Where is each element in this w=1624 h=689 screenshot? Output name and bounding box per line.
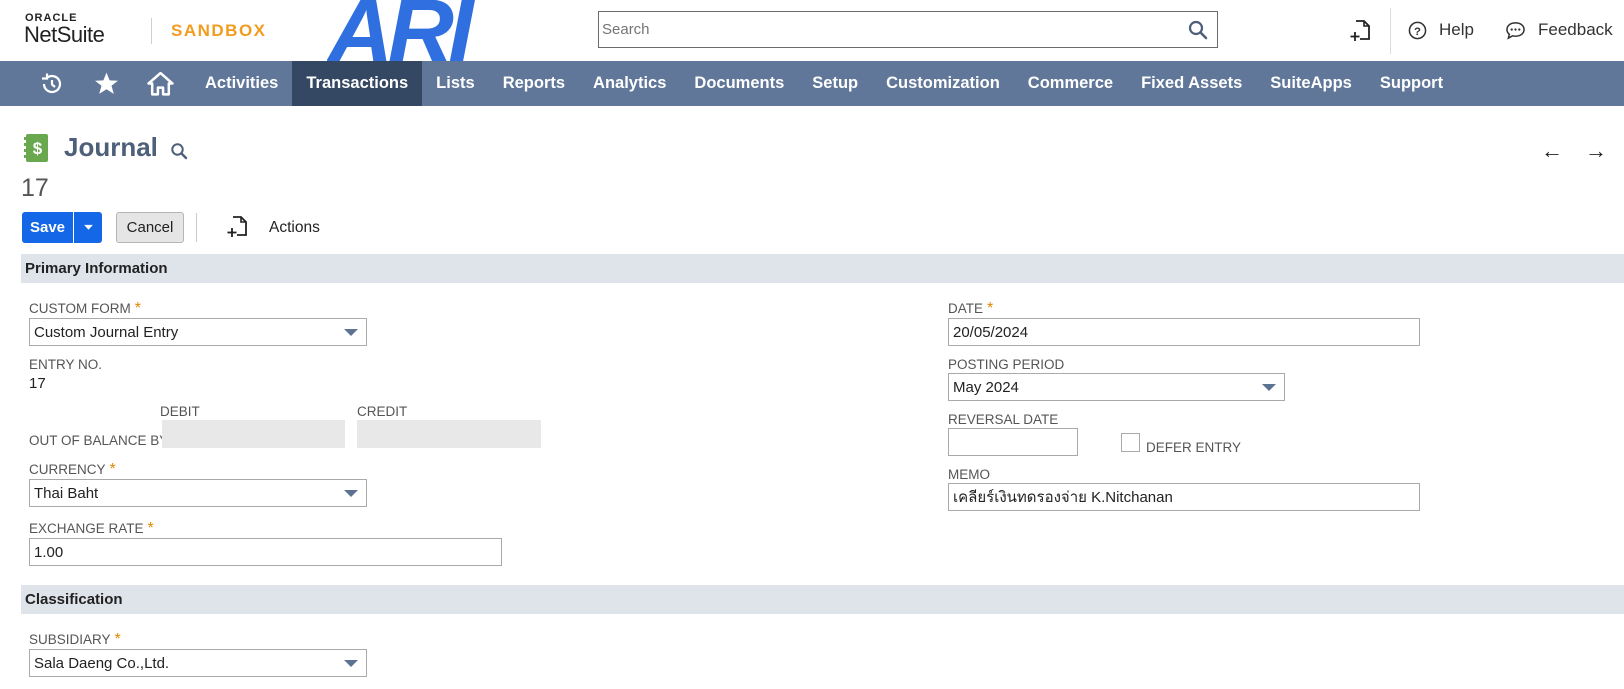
toolbar-separator xyxy=(196,213,197,242)
currency-value: Thai Baht xyxy=(34,484,99,502)
header-separator xyxy=(1390,8,1391,54)
feedback-label: Feedback xyxy=(1538,20,1613,39)
custom-form-select[interactable]: Custom Journal Entry xyxy=(29,318,367,346)
entry-no-label: ENTRY NO. xyxy=(29,357,103,372)
nav-support[interactable]: Support xyxy=(1366,61,1457,106)
required-indicator: * xyxy=(109,461,116,478)
reversal-date-label: REVERSAL DATE xyxy=(948,412,1059,427)
out-of-balance-label: OUT OF BALANCE BY xyxy=(29,433,169,448)
nav-lists[interactable]: Lists xyxy=(422,61,489,106)
chevron-down-icon xyxy=(344,660,358,667)
company-logo: ARI xyxy=(327,0,473,61)
logo-divider xyxy=(151,18,152,44)
journal-icon: $ xyxy=(24,134,48,162)
record-number: 17 xyxy=(21,174,49,202)
search-icon[interactable] xyxy=(1188,20,1208,40)
posting-period-select[interactable]: May 2024 xyxy=(948,373,1285,401)
date-field[interactable]: 20/05/2024 xyxy=(948,318,1420,346)
nav-customization[interactable]: Customization xyxy=(872,61,1014,106)
home-icon xyxy=(146,71,174,96)
defer-entry-checkbox[interactable] xyxy=(1121,433,1140,452)
previous-record-button[interactable]: ← xyxy=(1541,138,1563,164)
credit-label: CREDIT xyxy=(357,404,408,419)
save-button-group: Save xyxy=(22,212,102,243)
required-indicator: * xyxy=(987,300,994,317)
feedback-link[interactable]: Feedback xyxy=(1505,16,1613,44)
environment-badge: SANDBOX xyxy=(171,21,267,40)
required-indicator: * xyxy=(114,631,121,648)
chat-bubble-icon xyxy=(1506,21,1525,40)
chevron-down-icon xyxy=(344,490,358,497)
cancel-button[interactable]: Cancel xyxy=(116,212,184,243)
primary-information-header[interactable]: Primary Information xyxy=(21,254,1624,283)
chevron-down-icon xyxy=(83,224,93,230)
svg-text:?: ? xyxy=(1414,25,1421,37)
star-icon xyxy=(94,72,118,94)
nav-fixed-assets[interactable]: Fixed Assets xyxy=(1127,61,1256,106)
nav-documents[interactable]: Documents xyxy=(680,61,798,106)
actions-menu[interactable]: Actions xyxy=(269,219,320,237)
nav-activities[interactable]: Activities xyxy=(191,61,292,106)
nav-analytics[interactable]: Analytics xyxy=(579,61,680,106)
search-input[interactable] xyxy=(602,15,1172,44)
shortcuts-button[interactable] xyxy=(79,61,133,106)
subsidiary-label: SUBSIDIARY * xyxy=(29,631,121,648)
memo-field[interactable]: เคลียร์เงินทดรองจ่าย K.Nitchanan xyxy=(948,483,1420,511)
subsidiary-select[interactable]: Sala Daeng Co.,Ltd. xyxy=(29,649,367,677)
defer-entry-label: DEFER ENTRY xyxy=(1146,440,1242,455)
posting-period-label: POSTING PERIOD xyxy=(948,357,1065,372)
custom-form-value: Custom Journal Entry xyxy=(34,323,179,341)
help-icon: ? xyxy=(1408,21,1427,39)
save-button[interactable]: Save xyxy=(22,212,73,243)
nav-reports[interactable]: Reports xyxy=(489,61,579,106)
home-button[interactable] xyxy=(133,61,187,106)
debit-label: DEBIT xyxy=(160,404,200,419)
required-indicator: * xyxy=(147,520,154,537)
memo-label: MEMO xyxy=(948,467,990,482)
help-label: Help xyxy=(1439,20,1474,39)
page-title: Journal xyxy=(64,132,158,162)
svg-text:$: $ xyxy=(33,139,43,158)
main-navigation: Activities Transactions Lists Reports An… xyxy=(0,61,1624,106)
top-header: ORACLE NetSuite SANDBOX ARI ? Help Feedb… xyxy=(0,0,1624,61)
currency-label: CURRENCY * xyxy=(29,461,116,478)
history-icon xyxy=(42,73,62,93)
nav-suiteapps[interactable]: SuiteApps xyxy=(1256,61,1366,106)
create-new-icon[interactable] xyxy=(1350,19,1372,43)
date-label: DATE * xyxy=(948,300,994,317)
search-icon[interactable] xyxy=(170,142,188,160)
currency-select[interactable]: Thai Baht xyxy=(29,479,367,507)
actions-icon[interactable] xyxy=(227,215,249,239)
classification-header[interactable]: Classification xyxy=(21,585,1624,614)
recent-records-button[interactable] xyxy=(25,61,79,106)
exchange-rate-field[interactable]: 1.00 xyxy=(29,538,502,566)
save-options-dropdown[interactable] xyxy=(73,212,102,243)
posting-period-value: May 2024 xyxy=(953,378,1019,396)
debit-balance-field xyxy=(162,420,345,448)
reversal-date-field[interactable] xyxy=(948,428,1078,456)
entry-no-value: 17 xyxy=(29,375,46,392)
chevron-down-icon xyxy=(1262,384,1276,391)
next-record-button[interactable]: → xyxy=(1585,138,1607,164)
nav-setup[interactable]: Setup xyxy=(798,61,872,106)
custom-form-label: CUSTOM FORM * xyxy=(29,300,141,317)
help-link[interactable]: ? Help xyxy=(1408,16,1474,44)
required-indicator: * xyxy=(134,300,141,317)
chevron-down-icon xyxy=(344,329,358,336)
netsuite-logo[interactable]: NetSuite xyxy=(24,22,105,48)
exchange-rate-label: EXCHANGE RATE * xyxy=(29,520,154,537)
credit-balance-field xyxy=(357,420,541,448)
global-search[interactable] xyxy=(598,11,1218,48)
nav-commerce[interactable]: Commerce xyxy=(1014,61,1127,106)
nav-transactions[interactable]: Transactions xyxy=(292,61,423,106)
subsidiary-value: Sala Daeng Co.,Ltd. xyxy=(34,654,170,672)
